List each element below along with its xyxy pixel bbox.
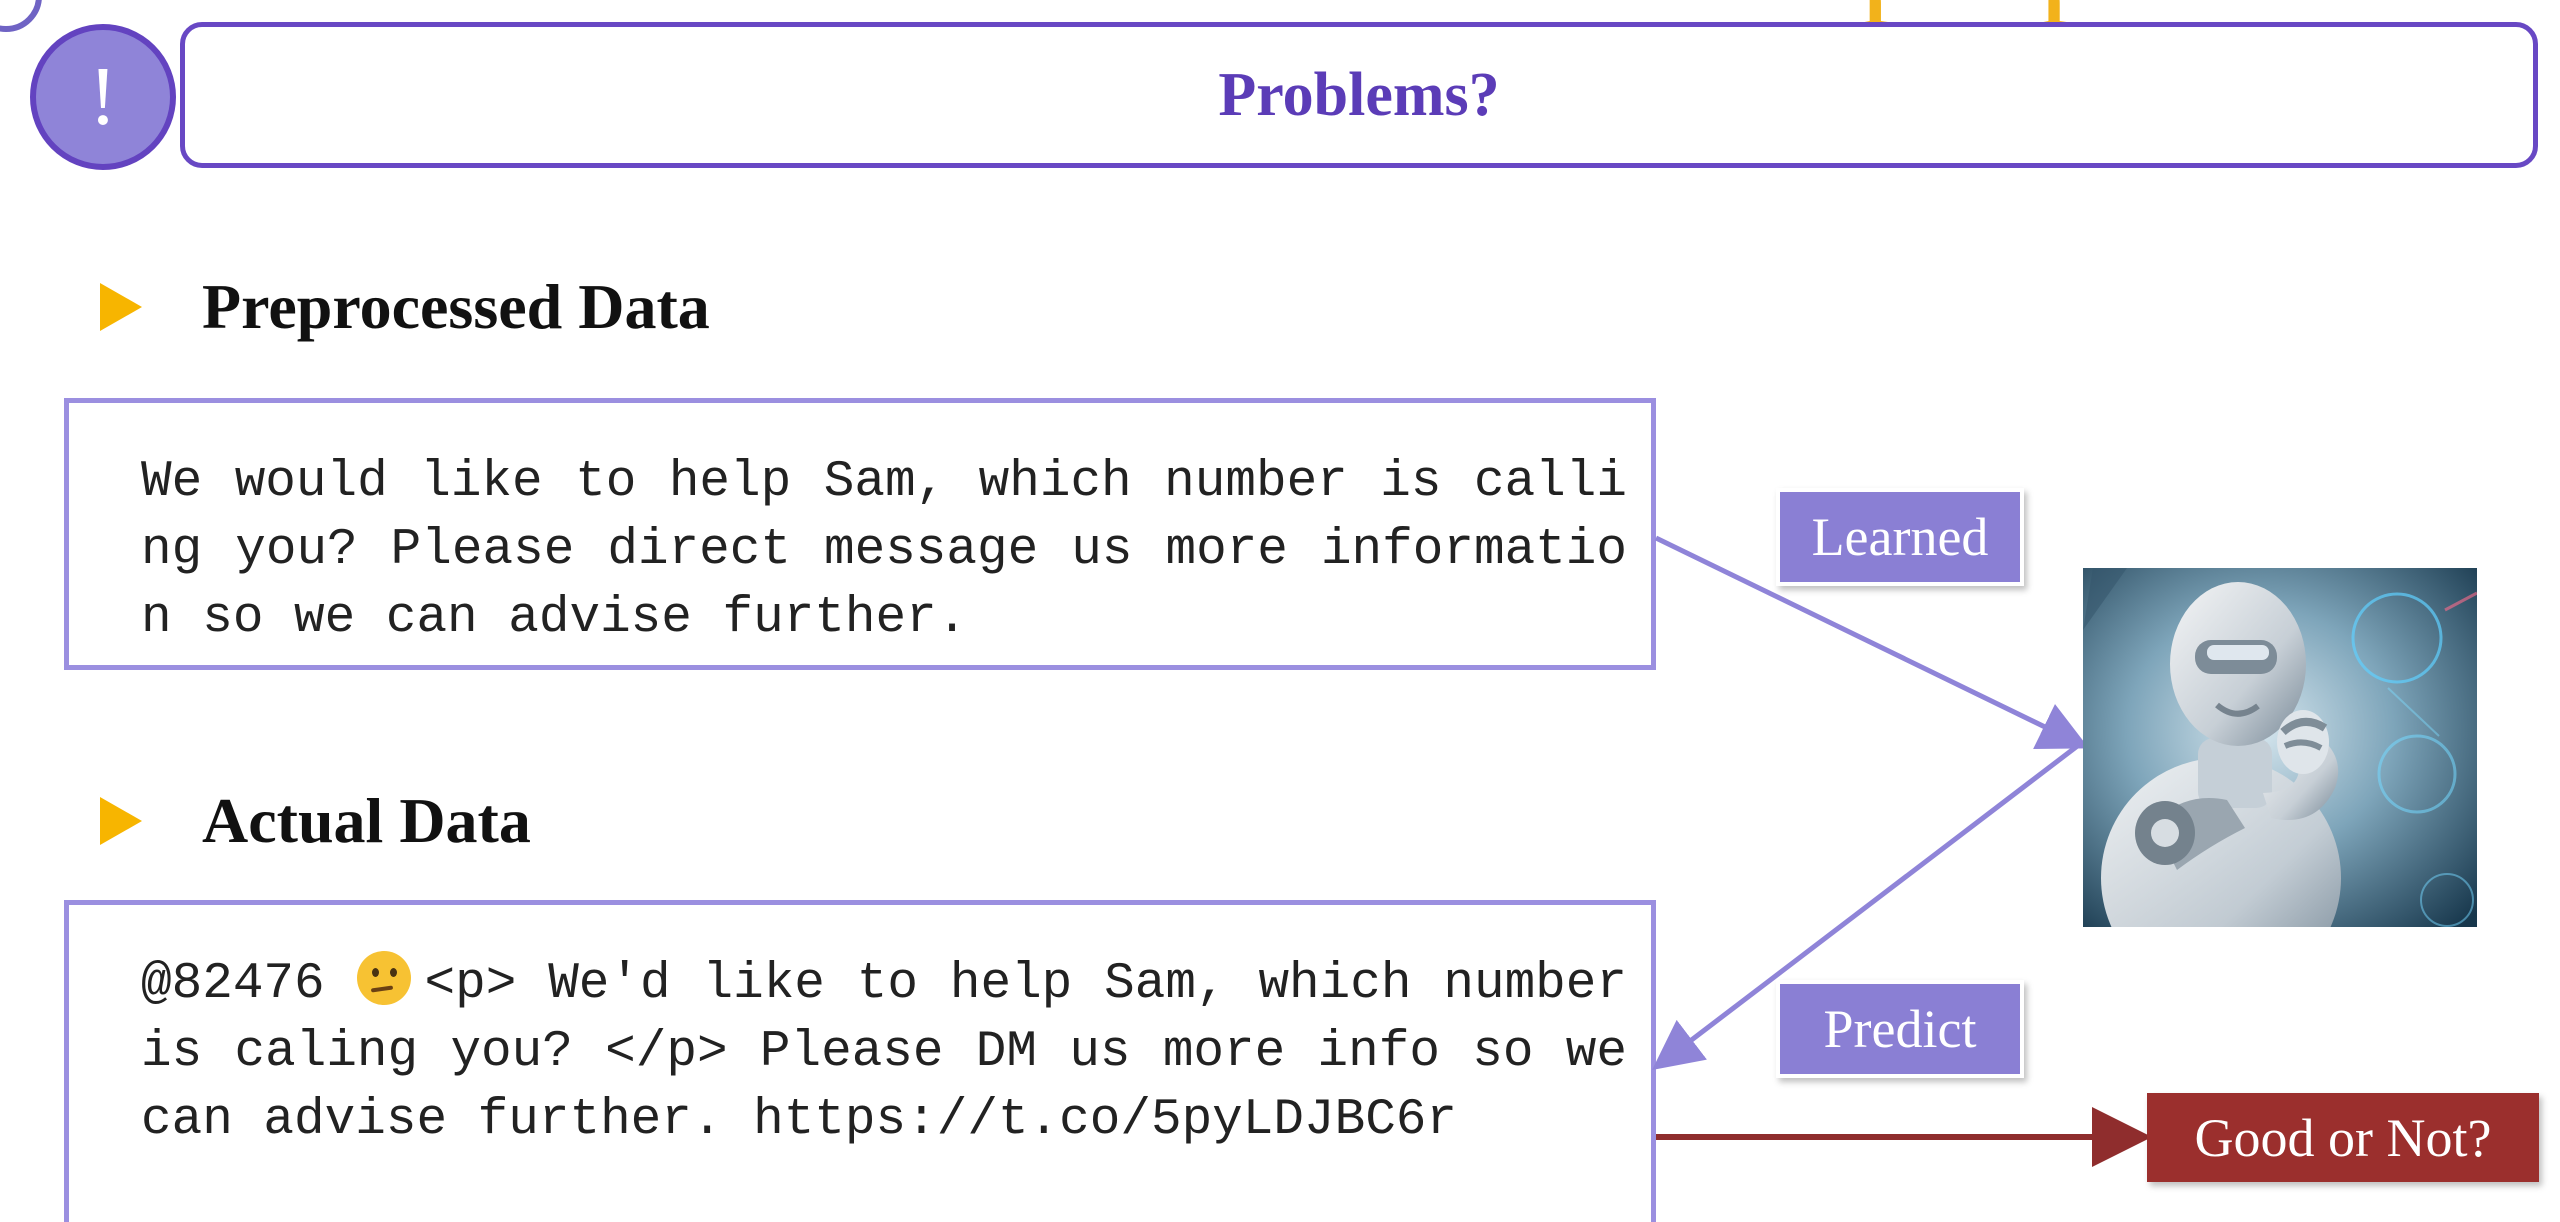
slide: Data preprocessing Problems? ! Preproces… (0, 0, 2560, 1222)
actual-data-box: @82476 <p> We'd like to help Sam, which … (64, 900, 1656, 1222)
actual-data-prefix: @82476 (141, 956, 325, 1013)
problems-banner: Problems? (180, 22, 2538, 168)
robot-thinking-illustration (2083, 568, 2477, 927)
section-heading-actual: Actual Data (100, 784, 531, 858)
slide-title-clipped: Data preprocessing (1560, 0, 2560, 20)
exclamation-circle-icon: ! (30, 24, 176, 170)
decorative-circle-clipped (0, 0, 42, 32)
preprocessed-data-text: We would like to help Sam, which number … (141, 454, 1627, 647)
arrowhead-bullet-icon (100, 283, 142, 331)
arrowhead-bullet-icon (100, 797, 142, 845)
thinking-face-emoji-icon (356, 951, 411, 1005)
section-heading-preprocessed: Preprocessed Data (100, 270, 710, 344)
predict-label: Predict (1776, 980, 2024, 1078)
problems-label: Problems? (1218, 60, 1500, 129)
section-title-actual: Actual Data (202, 785, 531, 856)
section-title-preprocessed: Preprocessed Data (202, 271, 710, 342)
preprocessed-data-box: We would like to help Sam, which number … (64, 398, 1656, 670)
robot-thinking-image (2083, 568, 2477, 927)
learned-label: Learned (1776, 488, 2024, 586)
good-or-not-label: Good or Not? (2147, 1093, 2539, 1182)
alert-symbol: ! (89, 50, 117, 143)
